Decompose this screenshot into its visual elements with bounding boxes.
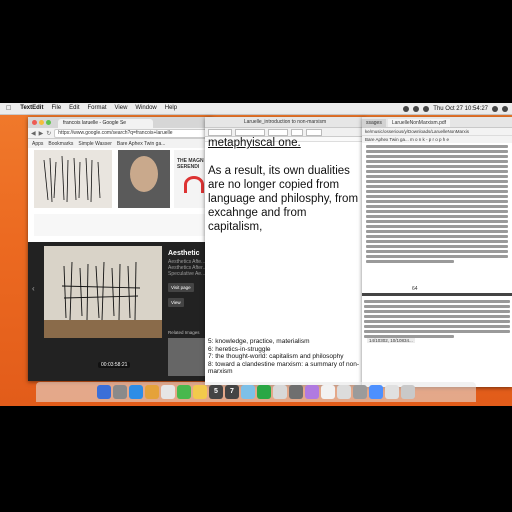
- textedit-title: Laruelle_introduction to non-marxism: [205, 117, 365, 128]
- bookmark-aphex-twin[interactable]: Bare Aphex Twin ga...: [117, 141, 166, 147]
- google-image-results: THE MAGN SERENDI ‹ Aesthetic Aesthetics …: [28, 148, 213, 381]
- paragraph-style-select[interactable]: [208, 128, 232, 136]
- outline-item: 8: toward a clandestine marxism: a summa…: [208, 360, 360, 376]
- image-viewer-panel: ‹ Aesthetic Aesthetics Afte... Aesthetic…: [28, 242, 213, 381]
- related-images-thumbnails[interactable]: [168, 338, 208, 376]
- viewer-main-image[interactable]: [44, 246, 162, 338]
- result-thumbnail-artwork[interactable]: [34, 150, 112, 208]
- tab-pdf[interactable]: LaruelleNonMarxism.pdf: [387, 119, 451, 127]
- document-body[interactable]: metaphyiscal one. As a result, its own d…: [208, 137, 363, 385]
- face-photo: [130, 156, 158, 192]
- status-area: Thu Oct 27 10:54:27: [403, 103, 508, 114]
- app-menu[interactable]: TextEdit: [16, 103, 47, 114]
- pdf-browser-window: ssages LaruelleNonMarxism.pdf ke/music/o…: [362, 117, 512, 387]
- app-store-icon[interactable]: [241, 385, 255, 399]
- menu-bar:  TextEdit File Edit Format View Window …: [0, 103, 512, 115]
- pdf-address-bar[interactable]: ke/music/osserious/y/Downloads/LaruelleN…: [362, 128, 512, 136]
- terminal-icon[interactable]: [289, 385, 303, 399]
- system-preferences-icon[interactable]: [353, 385, 367, 399]
- menubar-clock[interactable]: Thu Oct 27 10:54:27: [433, 106, 488, 112]
- volume-icon[interactable]: [413, 105, 420, 112]
- notes-icon[interactable]: [193, 385, 207, 399]
- textedit-window: Laruelle_introduction to non-marxism met…: [205, 117, 365, 385]
- visit-page-button[interactable]: Visit page: [168, 283, 194, 292]
- menu-edit[interactable]: Edit: [65, 103, 83, 114]
- close-window-icon[interactable]: [32, 120, 37, 125]
- document-paragraph: As a result, its own dualities are no lo…: [208, 165, 359, 233]
- itunes-icon[interactable]: [305, 385, 319, 399]
- related-images-label: Related Images: [168, 330, 200, 335]
- zoom-window-icon[interactable]: [46, 120, 51, 125]
- safari-icon[interactable]: [129, 385, 143, 399]
- spotlight-icon[interactable]: [492, 105, 498, 112]
- menu-window[interactable]: Window: [131, 103, 160, 114]
- app-badge-5-icon[interactable]: 5: [209, 385, 223, 399]
- outline-item: 6: heretics-in-struggle: [208, 345, 271, 353]
- messages-icon[interactable]: [177, 385, 191, 399]
- tab-messages[interactable]: ssages: [362, 119, 386, 127]
- pdf-page-upper: 64: [362, 143, 512, 293]
- chrome-toolbar: ◀ ▶ ↻ https://www.google.com/search?q=fr…: [28, 128, 213, 139]
- scribble-artwork-large-image: [44, 246, 162, 338]
- forward-icon[interactable]: ▶: [39, 130, 44, 137]
- view-image-button[interactable]: View: [168, 298, 184, 307]
- address-bar[interactable]: https://www.google.com/search?q=francois…: [54, 128, 210, 138]
- chrome-icon[interactable]: [145, 385, 159, 399]
- chrome-window: francois laruelle - Google Se ◀ ▶ ↻ http…: [28, 117, 213, 381]
- bookmark-bookmarks[interactable]: Bookmarks: [48, 141, 73, 147]
- app-badge-7-icon[interactable]: 7: [225, 385, 239, 399]
- desktop-screen:  TextEdit File Edit Format View Window …: [0, 103, 512, 406]
- chrome-tab[interactable]: francois laruelle - Google Se: [58, 119, 153, 128]
- preview-icon[interactable]: [337, 385, 351, 399]
- document-heading: metaphyiscal one.: [208, 137, 301, 149]
- magnet-icon: [184, 176, 204, 193]
- trash-icon[interactable]: [401, 385, 415, 399]
- text-color-picker[interactable]: [306, 128, 322, 136]
- font-style-select[interactable]: [268, 128, 288, 136]
- document-outline: 5: knowledge, practice, materialism 6: h…: [208, 338, 363, 376]
- bookmark-simple-wasser[interactable]: Simple Wasser: [78, 141, 111, 147]
- scribble-artwork-image: [43, 155, 101, 203]
- menu-file[interactable]: File: [47, 103, 65, 114]
- font-family-select[interactable]: [235, 128, 265, 136]
- video-timestamp: 00:03:58:21: [98, 362, 131, 368]
- pdf-tab-strip: ssages LaruelleNonMarxism.pdf: [362, 117, 512, 128]
- menu-view[interactable]: View: [111, 103, 132, 114]
- back-icon[interactable]: ◀: [31, 130, 36, 137]
- dock: 5 7: [36, 382, 476, 402]
- font-size-select[interactable]: [291, 128, 303, 136]
- reload-icon[interactable]: ↻: [46, 130, 51, 137]
- apple-menu-icon[interactable]: : [0, 103, 16, 114]
- menu-format[interactable]: Format: [84, 103, 111, 114]
- chrome-tab-strip: francois laruelle - Google Se: [28, 117, 213, 128]
- wifi-icon[interactable]: [403, 105, 410, 112]
- bookmark-apps[interactable]: Apps: [32, 141, 43, 147]
- previous-image-icon[interactable]: ‹: [32, 284, 35, 293]
- launchpad-icon[interactable]: [113, 385, 127, 399]
- outline-item: 7: the thought-world: capitalism and phi…: [208, 353, 344, 360]
- notification-center-icon[interactable]: [502, 105, 508, 112]
- finder-icon[interactable]: [97, 385, 111, 399]
- result-row: [34, 214, 212, 236]
- textedit-icon[interactable]: [321, 385, 335, 399]
- menu-help[interactable]: Help: [161, 103, 181, 114]
- result-thumbnail-portrait[interactable]: [118, 150, 170, 208]
- battery-icon[interactable]: [423, 105, 430, 112]
- outline-item: 5: knowledge, practice, materialism: [208, 338, 310, 345]
- pdf-progress-label: 14/10302, 10/10834...: [367, 338, 415, 343]
- folder-icon[interactable]: [369, 385, 383, 399]
- calendar-icon[interactable]: [273, 385, 287, 399]
- spotify-icon[interactable]: [257, 385, 271, 399]
- pdf-page-number: 64: [412, 286, 418, 292]
- downloads-icon[interactable]: [385, 385, 399, 399]
- photos-icon[interactable]: [161, 385, 175, 399]
- minimize-window-icon[interactable]: [39, 120, 44, 125]
